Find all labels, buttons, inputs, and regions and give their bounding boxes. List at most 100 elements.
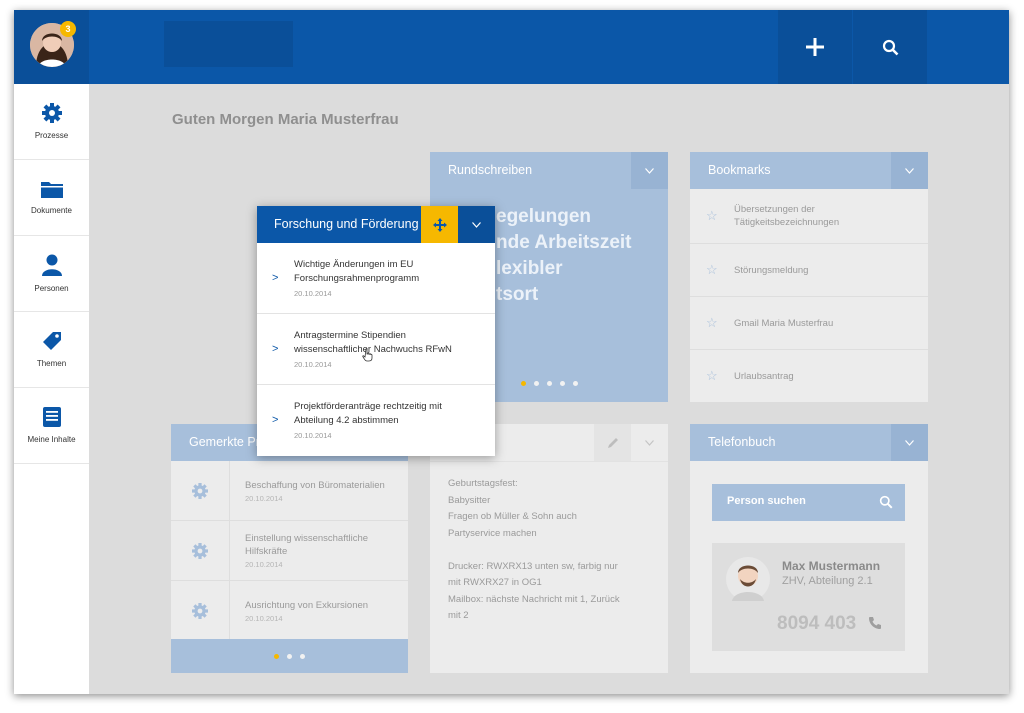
inbox-icon: [42, 407, 61, 427]
gear-icon: [192, 482, 208, 499]
chevron-right-icon: >: [272, 272, 279, 284]
carousel-dot[interactable]: [572, 381, 578, 386]
sidebar-item-label: Prozesse: [34, 131, 69, 140]
card-menu-button[interactable]: [458, 206, 495, 243]
card-menu-button[interactable]: [891, 152, 928, 189]
search-button[interactable]: [853, 10, 927, 84]
bookmarks-card: Bookmarks ☆ Übersetzungen der Tätigkeitsb…: [690, 152, 928, 402]
notes-text[interactable]: Geburtstagsfest: Babysitter Fragen ob Mü…: [448, 476, 620, 625]
chevron-down-icon: [905, 167, 914, 174]
sidebar-item-dokumente[interactable]: Dokumente: [14, 160, 89, 236]
card-header: Bookmarks: [690, 152, 928, 189]
note-line: Partyservice machen: [448, 527, 537, 539]
search-placeholder: Person suchen: [727, 495, 806, 507]
list-item[interactable]: Beschaffung von Büromaterialien 20.10.20…: [171, 461, 408, 521]
sidebar-item-themen[interactable]: Themen: [14, 312, 89, 388]
list-item[interactable]: Ausrichtung von Exkursionen 20.10.2014: [171, 581, 408, 641]
user-menu[interactable]: 3: [14, 10, 89, 84]
list-item[interactable]: > Wichtige Änderungen im EU Forschungsrah…: [257, 243, 495, 314]
item-title: Projektförderanträge rechtzeitig mit: [294, 401, 442, 412]
page-title: Guten Morgen Maria Musterfrau: [172, 111, 399, 128]
search-icon[interactable]: [879, 495, 893, 509]
contact-name: Max Mustermann: [782, 559, 881, 573]
forschung-widget[interactable]: Forschung und Förderung > Wichtige Änder…: [257, 206, 495, 456]
chevron-right-icon: >: [272, 343, 279, 355]
edit-button[interactable]: [594, 424, 631, 461]
phone-icon[interactable]: [868, 616, 882, 630]
note-line: [448, 542, 620, 559]
folder-icon: [40, 182, 63, 198]
star-icon: ☆: [706, 315, 718, 330]
person-icon: [41, 254, 62, 276]
note-line: mit 2: [448, 610, 469, 621]
sidebar-item-prozesse[interactable]: Prozesse: [14, 84, 89, 160]
move-handle[interactable]: [421, 206, 458, 243]
teaser-line: nde Arbeitszeit: [496, 232, 632, 253]
carousel-dot[interactable]: [559, 381, 565, 386]
avatar: [726, 557, 770, 601]
item-date: 20.10.2014: [245, 493, 283, 503]
item-date: 20.10.2014: [245, 560, 283, 569]
note-line: Babysitter: [448, 494, 491, 506]
item-date: 20.10.2014: [294, 360, 332, 369]
carousel-dot[interactable]: [287, 653, 292, 659]
chevron-down-icon: [472, 221, 481, 228]
card-header: Forschung und Förderung: [257, 206, 495, 243]
gear-icon: [192, 602, 208, 619]
bookmark-label: Störungsmeldung: [734, 264, 809, 276]
card-title: Gemerkte Pro: [189, 435, 267, 449]
note-line: Geburtstagsfest:: [448, 478, 518, 489]
item-title: Forschungsrahmenprogramm: [294, 273, 420, 284]
carousel-dot[interactable]: [533, 381, 539, 386]
person-search-input[interactable]: Person suchen: [712, 484, 905, 521]
star-icon: ☆: [706, 262, 718, 277]
bookmark-item[interactable]: ☆ Gmail Maria Musterfrau: [690, 297, 928, 350]
sidebar-item-label: Meine Inhalte: [27, 435, 76, 444]
sidebar-item-label: Dokumente: [31, 206, 72, 215]
notification-badge: 3: [60, 21, 76, 37]
card-header: Rundschreiben: [430, 152, 668, 189]
item-title: Abteilung 4.2 abstimmen: [294, 415, 399, 426]
note-line: mit RWXRX27 in OG1: [448, 577, 542, 588]
bookmark-item[interactable]: ☆ Störungsmeldung: [690, 244, 928, 297]
add-button[interactable]: [778, 10, 852, 84]
contact-department: ZHV, Abteilung 2.1: [782, 575, 873, 587]
carousel-dot[interactable]: [546, 381, 552, 386]
gemerkte-card: Gemerkte Pro Beschaffung von Büromateria…: [171, 424, 408, 673]
note-line: Drucker: RWXRX13 unten sw, farbig nur: [448, 560, 618, 572]
tag-icon: [42, 332, 61, 350]
card-header: Telefonbuch: [690, 424, 928, 461]
bookmark-item[interactable]: ☆ Übersetzungen der Tätigkeitsbezeichnung…: [690, 189, 928, 244]
sidebar-item-meine-inhalte[interactable]: Meine Inhalte: [14, 388, 89, 464]
contact-phone: 8094 403: [777, 613, 857, 634]
sidebar-item-personen[interactable]: Personen: [14, 236, 89, 312]
carousel-dot[interactable]: [274, 653, 279, 659]
card-title: Telefonbuch: [708, 435, 776, 449]
list-item[interactable]: Einstellung wissenschaftliche Hilfskräft…: [171, 521, 408, 581]
sidebar: Prozesse Dokumente Personen Themen Meine…: [14, 84, 89, 694]
card-menu-button[interactable]: [631, 152, 668, 189]
list-item[interactable]: > Antragstermine Stipendien wissenschaftl…: [257, 314, 495, 385]
card-title: Forschung und Förderung: [274, 217, 419, 231]
item-title: Antragstermine Stipendien: [294, 330, 406, 341]
carousel-dots: [274, 653, 305, 659]
card-menu-button[interactable]: [891, 424, 928, 461]
chevron-down-icon: [905, 439, 914, 446]
list-item[interactable]: > Projektförderanträge rechtzeitig mit Ab…: [257, 385, 495, 455]
item-title: Ausrichtung von Exkursionen: [245, 599, 369, 611]
item-date: 20.10.2014: [294, 289, 332, 298]
item-title: Wichtige Änderungen im EU: [294, 259, 414, 270]
carousel-dot[interactable]: [520, 381, 526, 386]
contact-card[interactable]: Max Mustermann ZHV, Abteilung 2.1 8094 4…: [712, 543, 905, 651]
gear-icon: [192, 542, 208, 559]
teaser-line: egelungen: [496, 206, 592, 227]
card-menu-button[interactable]: [631, 424, 668, 461]
item-title: Hilfskräfte: [245, 546, 288, 557]
rundschreiben-teaser[interactable]: egelungen nde Arbeitszeit lexibler tsort: [496, 204, 632, 308]
carousel-dot[interactable]: [300, 653, 305, 659]
star-icon: ☆: [706, 368, 718, 383]
search-icon: [882, 39, 898, 55]
logo-placeholder: [164, 21, 293, 67]
bookmark-item[interactable]: ☆ Urlaubsantrag: [690, 350, 928, 402]
bookmark-label: Tätigkeitsbezeichnungen: [734, 217, 840, 228]
